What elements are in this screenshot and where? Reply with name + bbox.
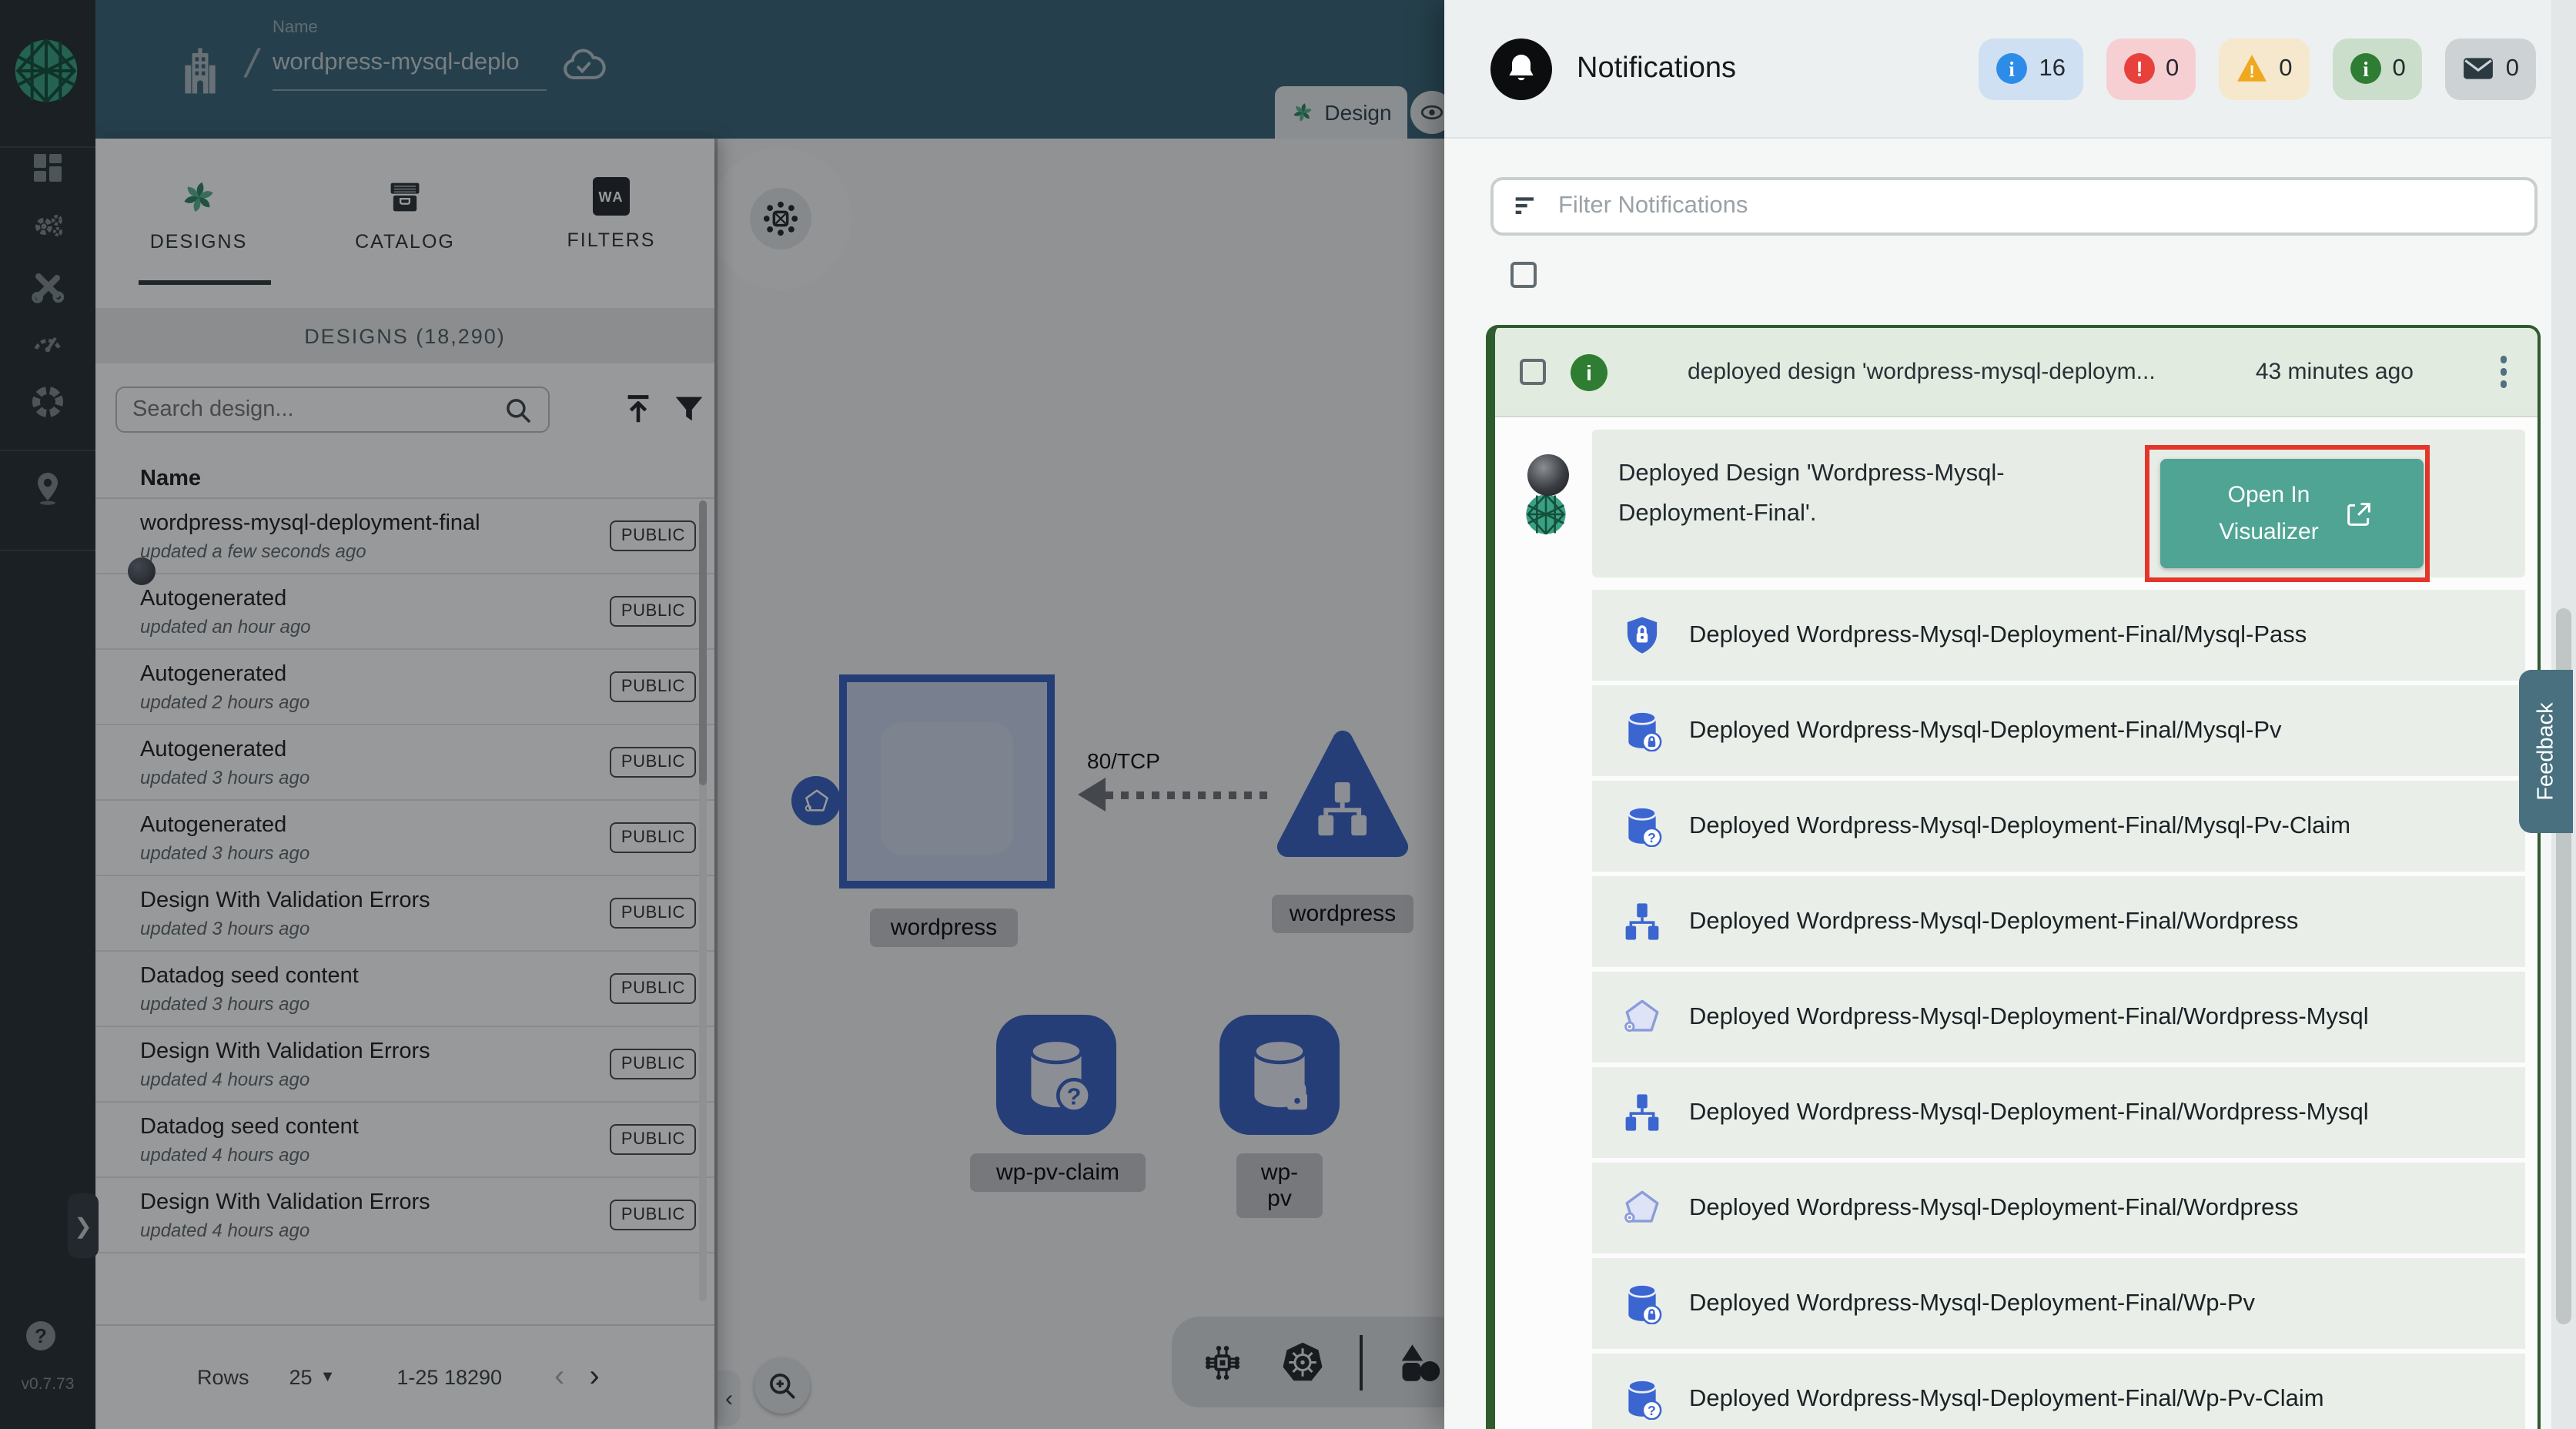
event-text: Deployed Wordpress-Mysql-Deployment-Fina…: [1689, 1385, 2324, 1413]
deployed-event-row[interactable]: Deployed Wordpress-Mysql-Deployment-Fina…: [1592, 1163, 2525, 1258]
filter-notifications-wrap: [1490, 177, 2538, 236]
event-text: Deployed Wordpress-Mysql-Deployment-Fina…: [1689, 908, 2298, 935]
modal-dim-overlay: [0, 0, 1444, 1429]
open-in-visualizer-button[interactable]: Open In Visualizer: [2160, 459, 2424, 568]
workload-icon: [1621, 1092, 1663, 1133]
deployed-event-row[interactable]: Deployed Wordpress-Mysql-Deployment-Fina…: [1592, 1067, 2525, 1163]
event-text: Deployed Wordpress-Mysql-Deployment-Fina…: [1689, 1194, 2298, 1222]
severity-counter-error[interactable]: 0: [2106, 38, 2196, 99]
deployed-event-row[interactable]: Deployed Wordpress-Mysql-Deployment-Fina…: [1592, 876, 2525, 972]
user-avatar: [1527, 454, 1569, 496]
bell-icon: [1490, 38, 1552, 99]
event-text: Deployed Wordpress-Mysql-Deployment-Fina…: [1689, 717, 2282, 745]
severity-icon: [2350, 52, 2382, 85]
info-severity-icon: i: [1571, 353, 1607, 390]
pentagon-icon: [1621, 1187, 1663, 1229]
open-in-visualizer-label: Open In Visualizer: [2210, 477, 2327, 551]
severity-counter-warning[interactable]: 0: [2219, 38, 2309, 99]
db-lock-icon: [1621, 1283, 1663, 1324]
severity-counter-info[interactable]: 16: [1979, 38, 2083, 99]
severity-counters: 16 0 0 0 0: [1979, 38, 2537, 99]
severity-icon: [2123, 52, 2155, 85]
severity-counter-success[interactable]: 0: [2333, 38, 2423, 99]
event-text: Deployed Wordpress-Mysql-Deployment-Fina…: [1689, 812, 2350, 840]
feedback-tab[interactable]: Feedback: [2519, 670, 2573, 833]
deployed-event-row[interactable]: Deployed Wordpress-Mysql-Deployment-Fina…: [1592, 1258, 2525, 1354]
deployed-event-row[interactable]: Deployed Wordpress-Mysql-Deployment-Fina…: [1592, 1354, 2525, 1429]
severity-counter-read[interactable]: 0: [2446, 38, 2536, 99]
deployed-event-row[interactable]: Deployed Wordpress-Mysql-Deployment-Fina…: [1592, 781, 2525, 876]
db-lock-icon: [1621, 710, 1663, 751]
org-avatar: [1524, 493, 1567, 536]
severity-count: 0: [2279, 55, 2292, 82]
severity-icon: [2236, 52, 2268, 85]
deployed-event-row[interactable]: Deployed Wordpress-Mysql-Deployment-Fina…: [1592, 685, 2525, 781]
event-text: Deployed Wordpress-Mysql-Deployment-Fina…: [1689, 1099, 2369, 1126]
severity-icon: [2463, 52, 2495, 85]
notification-menu-button[interactable]: [2494, 350, 2513, 394]
event-text: Deployed Wordpress-Mysql-Deployment-Fina…: [1689, 1290, 2255, 1317]
feedback-label: Feedback: [2534, 702, 2558, 800]
event-text: Deployed Wordpress-Mysql-Deployment-Fina…: [1689, 621, 2307, 649]
workload-icon: [1621, 901, 1663, 942]
event-text: Deployed Wordpress-Mysql-Deployment-Fina…: [1689, 1003, 2369, 1031]
notifications-title: Notifications: [1577, 52, 1736, 85]
notification-summary: deployed design 'wordpress-mysql-deploym…: [1688, 359, 2156, 385]
pentagon-icon: [1621, 996, 1663, 1038]
db-question-icon: [1621, 805, 1663, 847]
notification-detail: Deployed Design 'Wordpress-Mysql-Deploym…: [1495, 417, 2538, 590]
db-question-icon: [1621, 1378, 1663, 1420]
notification-card: i deployed design 'wordpress-mysql-deplo…: [1486, 325, 2541, 1429]
notification-timestamp: 43 minutes ago: [2256, 359, 2414, 385]
notification-message-block: Deployed Design 'Wordpress-Mysql-Deploym…: [1592, 430, 2525, 577]
severity-count: 16: [2039, 55, 2066, 82]
severity-count: 0: [2166, 55, 2179, 82]
notification-checkbox[interactable]: [1520, 359, 1546, 385]
meshery-app: ❯ ? v0.7.73 / Name: [0, 0, 2576, 1429]
filter-lines-icon: [1510, 191, 1541, 222]
select-all-checkbox[interactable]: [1510, 262, 1537, 296]
deployed-event-row[interactable]: Deployed Wordpress-Mysql-Deployment-Fina…: [1592, 590, 2525, 685]
severity-icon: [1996, 52, 2029, 85]
deployed-event-row[interactable]: Deployed Wordpress-Mysql-Deployment-Fina…: [1592, 972, 2525, 1067]
severity-count: 0: [2506, 55, 2519, 82]
external-link-icon: [2343, 498, 2374, 529]
severity-count: 0: [2393, 55, 2406, 82]
shield-lock-icon: [1621, 614, 1663, 656]
notifications-panel: Notifications 16 0 0 0 0: [1444, 0, 2576, 1429]
deployed-events-list: Deployed Wordpress-Mysql-Deployment-Fina…: [1592, 590, 2525, 1429]
notification-card-header[interactable]: i deployed design 'wordpress-mysql-deplo…: [1495, 328, 2538, 417]
annotation-highlight-box: Open In Visualizer: [2145, 445, 2430, 582]
filter-notifications-input[interactable]: [1490, 177, 2538, 236]
notifications-header: Notifications 16 0 0 0 0: [1444, 0, 2576, 139]
notification-message: Deployed Design 'Wordpress-Mysql-Deploym…: [1618, 454, 2022, 534]
